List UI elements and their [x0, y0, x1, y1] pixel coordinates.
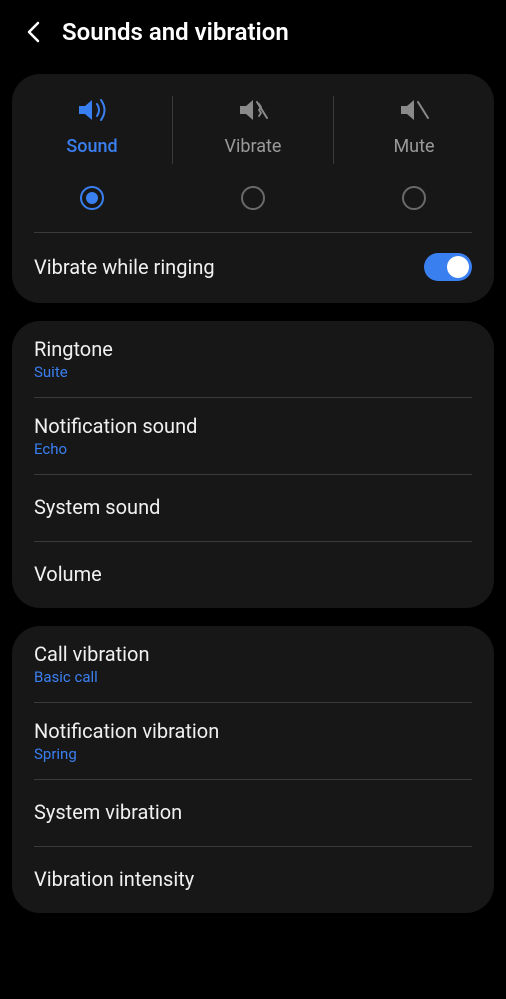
volume-title: Volume — [34, 562, 472, 586]
vibration-intensity-row[interactable]: Vibration intensity — [12, 847, 494, 913]
back-icon[interactable] — [22, 21, 44, 43]
vibrate-icon — [236, 96, 270, 124]
mode-sound-label: Sound — [66, 136, 117, 157]
notification-sound-row[interactable]: Notification sound Echo — [12, 398, 494, 474]
mode-vibrate-label: Vibrate — [225, 136, 282, 157]
mute-icon — [397, 96, 431, 124]
system-vibration-title: System vibration — [34, 800, 472, 824]
sound-mode-row: Sound Vibrate Mute — [12, 74, 494, 174]
sound-mode-card: Sound Vibrate Mute — [12, 74, 494, 303]
radio-sound[interactable] — [80, 186, 104, 210]
radio-mute[interactable] — [402, 186, 426, 210]
ringtone-value: Suite — [34, 363, 472, 381]
radio-vibrate[interactable] — [241, 186, 265, 210]
ringtone-row[interactable]: Ringtone Suite — [12, 321, 494, 397]
vibration-settings-card: Call vibration Basic call Notification v… — [12, 626, 494, 913]
vibrate-while-ringing-toggle[interactable] — [424, 253, 472, 281]
system-sound-row[interactable]: System sound — [12, 475, 494, 541]
sound-settings-card: Ringtone Suite Notification sound Echo S… — [12, 321, 494, 608]
notification-sound-value: Echo — [34, 440, 472, 458]
mode-mute[interactable]: Mute — [334, 96, 494, 164]
sound-icon — [75, 96, 109, 124]
vibration-intensity-title: Vibration intensity — [34, 867, 472, 891]
volume-row[interactable]: Volume — [12, 542, 494, 608]
notification-vibration-title: Notification vibration — [34, 719, 472, 743]
mode-sound[interactable]: Sound — [12, 96, 172, 164]
header: Sounds and vibration — [0, 0, 506, 64]
call-vibration-row[interactable]: Call vibration Basic call — [12, 626, 494, 702]
mode-mute-label: Mute — [393, 136, 434, 157]
system-sound-title: System sound — [34, 495, 472, 519]
call-vibration-value: Basic call — [34, 668, 472, 686]
page-title: Sounds and vibration — [62, 18, 289, 46]
ringtone-title: Ringtone — [34, 337, 472, 361]
call-vibration-title: Call vibration — [34, 642, 472, 666]
vibrate-while-ringing-label: Vibrate while ringing — [34, 255, 215, 279]
mode-radio-row — [12, 174, 494, 232]
notification-sound-title: Notification sound — [34, 414, 472, 438]
notification-vibration-row[interactable]: Notification vibration Spring — [12, 703, 494, 779]
vibrate-while-ringing-row[interactable]: Vibrate while ringing — [12, 233, 494, 303]
mode-vibrate[interactable]: Vibrate — [173, 96, 333, 164]
notification-vibration-value: Spring — [34, 745, 472, 763]
system-vibration-row[interactable]: System vibration — [12, 780, 494, 846]
